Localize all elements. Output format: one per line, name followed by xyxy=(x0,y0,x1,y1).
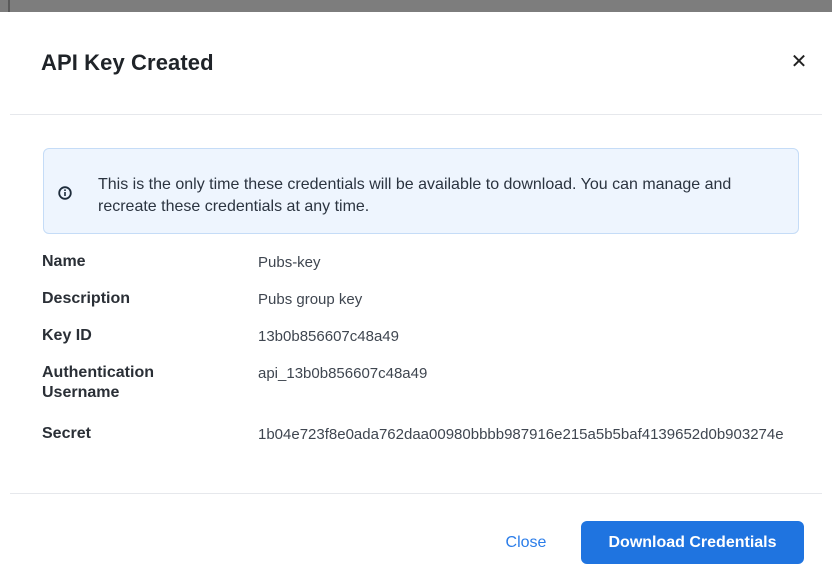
footer-divider xyxy=(10,493,822,494)
screen: API Key Created ✕ This is the only time … xyxy=(0,0,832,578)
close-button[interactable]: Close xyxy=(494,526,558,560)
backdrop-edge xyxy=(8,0,130,12)
backdrop-overlay xyxy=(0,0,832,12)
notice-text: This is the only time these credentials … xyxy=(98,176,732,215)
detail-value: 1b04e723f8e0ada762daa00980bbbb987916e215… xyxy=(258,426,784,443)
detail-label: Name xyxy=(42,253,86,270)
info-icon xyxy=(58,186,72,200)
detail-value: Pubs-key xyxy=(258,254,321,271)
detail-label: Authentication Username xyxy=(42,364,154,401)
api-key-created-dialog: API Key Created ✕ This is the only time … xyxy=(10,12,822,578)
dialog-title: API Key Created xyxy=(41,50,214,75)
detail-value: 13b0b856607c48a49 xyxy=(258,328,399,345)
detail-value: api_13b0b856607c48a49 xyxy=(258,365,428,382)
dialog-header: API Key Created ✕ xyxy=(10,12,822,115)
detail-label: Secret xyxy=(42,425,91,442)
close-icon[interactable]: ✕ xyxy=(790,52,808,72)
info-notice: This is the only time these credentials … xyxy=(43,148,799,234)
detail-label: Key ID xyxy=(42,327,92,344)
download-credentials-button[interactable]: Download Credentials xyxy=(581,521,804,564)
detail-label: Description xyxy=(42,290,131,307)
detail-value: Pubs group key xyxy=(258,291,363,308)
